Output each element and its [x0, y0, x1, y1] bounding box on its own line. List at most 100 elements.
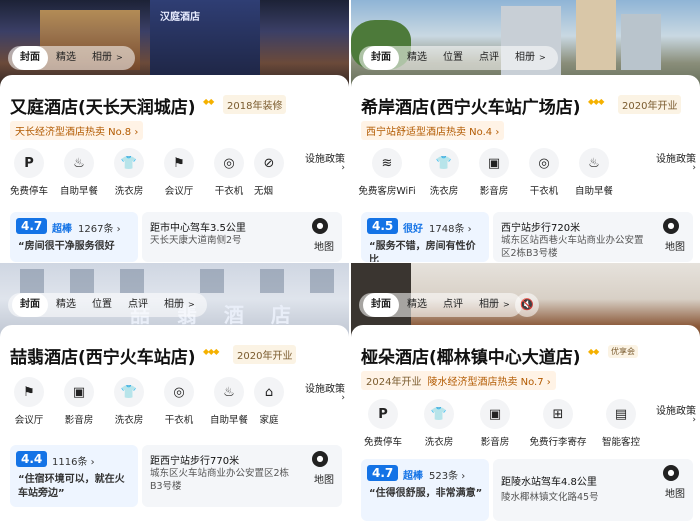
score-word: 超棒 — [403, 471, 423, 482]
hotel-card-1[interactable]: 封面 精选 位置 点评 相册 > 希岸酒店(西宁火车站广场店) ◆◆◆ 2020年… — [351, 0, 700, 262]
mute-icon[interactable]: 🔇 — [515, 293, 539, 317]
facility-list[interactable]: P 免费停车 👕 洗衣房 ▣ 影音房 ⊞ 免费行李寄存 ▤ 智能客控 — [355, 399, 649, 448]
meeting-room-icon: ⚑ — [164, 148, 194, 178]
review-count-label: 1748条 — [429, 224, 465, 235]
diamond-rating-icon: ◆◆ — [203, 97, 214, 106]
cinema-icon: ▣ — [479, 148, 509, 178]
facility-label: 自助早餐 — [59, 186, 98, 197]
distance-text: 距西宁站步行770米 — [150, 456, 240, 467]
tab-location[interactable]: 位置 — [84, 293, 120, 317]
facility-label: 洗衣房 — [114, 415, 144, 426]
hotel-name[interactable]: 又庭酒店(天长天润城店) — [10, 93, 196, 118]
tab-cover[interactable]: 封面 — [363, 46, 399, 70]
tab-album[interactable]: 相册 > — [84, 46, 131, 70]
facilities-policy-link[interactable]: 设施政策 › — [656, 153, 696, 173]
tab-featured[interactable]: 精选 — [48, 293, 84, 317]
distance-text: 西宁站步行720米 — [501, 223, 581, 234]
tab-cover[interactable]: 封面 — [12, 46, 48, 70]
facility-list[interactable]: ≋ 免费客房WiFi 👕 洗衣房 ▣ 影音房 ◎ 干衣机 ♨ 自助早餐 — [355, 148, 619, 197]
facility-item: ♨ 自助早餐 — [569, 148, 619, 197]
ranking-label: 西宁站舒适型酒店热卖 No.4 — [366, 127, 493, 138]
rating-box[interactable]: 4.7 超棒 1267条 › “房间很干净服务很好 — [10, 212, 138, 262]
review-count: 1116条 › — [52, 457, 95, 468]
location-box[interactable]: 距西宁站步行770米 城东区火车站商业办公安置区2栋B3号楼 ● 地图 — [142, 445, 342, 507]
tab-album[interactable]: 相册 > — [507, 46, 554, 70]
review-count-label: 1267条 — [78, 224, 114, 235]
facility-label: 智能客控 — [601, 437, 640, 448]
tab-label: 相册 — [515, 52, 535, 63]
review-count: 1267条 › — [78, 224, 121, 235]
tab-reviews[interactable]: 点评 — [435, 293, 471, 317]
cinema-icon: ▣ — [64, 377, 94, 407]
hotel-name[interactable]: 喆翡酒店(西宁火车站店) — [10, 343, 196, 368]
facility-label: 干衣机 — [214, 186, 244, 197]
tab-reviews[interactable]: 点评 — [471, 46, 507, 70]
dryer-icon: ◎ — [164, 377, 194, 407]
tab-featured[interactable]: 精选 — [399, 46, 435, 70]
rating-box[interactable]: 4.7 超棒 523条 › “住得很舒服，非常满意” — [361, 459, 489, 521]
ranking-badge[interactable]: 天长经济型酒店热卖 No.8 › — [10, 121, 144, 140]
location-box[interactable]: 距市中心驾车3.5公里 天长天康大道南侧2号 ● 地图 — [142, 212, 342, 262]
hotel-name[interactable]: 桠朵酒店(椰林镇中心大道店) — [361, 343, 581, 368]
location-box[interactable]: 西宁站步行720米 城东区站西巷火车站商业办公安置区2栋B3号楼 ● 地图 — [493, 212, 693, 262]
hotel-card-3[interactable]: 封面 精选 点评 相册 > 🔇 桠朵酒店(椰林镇中心大道店) ◆◆ 优享会 202… — [351, 263, 700, 525]
rating-box[interactable]: 4.5 很好 1748条 › “服务不错，房间有性价比 — [361, 212, 489, 262]
hotel-card-0[interactable]: 汉庭酒店 封面 精选 相册 > 又庭酒店(天长天润城店) ◆◆ 2018年装修 天… — [0, 0, 349, 262]
ranking-badge[interactable]: 西宁站舒适型酒店热卖 No.4 › — [361, 121, 505, 140]
tab-album[interactable]: 相册 > — [471, 293, 518, 317]
diamond-rating-icon: ◆◆ — [588, 347, 599, 356]
dryer-icon: ◎ — [214, 148, 244, 178]
ranking-badge[interactable]: 2024年开业 陵水经济型酒店热卖 No.7 › — [361, 371, 556, 390]
diamond-rating-icon: ◆◆◆ — [203, 347, 220, 356]
facility-item: ▣ 影音房 — [54, 377, 104, 426]
facility-list[interactable]: P 免费停车 ♨ 自助早餐 👕 洗衣房 ⚑ 会议厅 ◎ 干衣机 ⊘ 无烟 — [4, 148, 284, 197]
chevron-right-icon: > — [503, 300, 510, 309]
facilities-policy-label: 设施政策 — [305, 384, 345, 395]
facilities-policy-link[interactable]: 设施政策 › — [305, 383, 345, 403]
facility-label: 影音房 — [64, 415, 94, 426]
facility-label: 干衣机 — [529, 186, 559, 197]
tab-featured[interactable]: 精选 — [399, 293, 435, 317]
tab-cover[interactable]: 封面 — [363, 293, 399, 317]
facility-list[interactable]: ⚑ 会议厅 ▣ 影音房 👕 洗衣房 ◎ 干衣机 ♨ 自助早餐 ⌂ 家庭 — [4, 377, 284, 426]
facility-label: 家庭 — [259, 415, 279, 426]
facility-item: ▣ 影音房 — [467, 399, 523, 448]
hotel-grid: 汉庭酒店 封面 精选 相册 > 又庭酒店(天长天润城店) ◆◆ 2018年装修 天… — [0, 0, 700, 525]
chevron-right-icon: › — [495, 127, 500, 138]
hotel-info: 又庭酒店(天长天润城店) ◆◆ 2018年装修 天长经济型酒店热卖 No.8 ›… — [0, 75, 349, 262]
year-badge: 2020年开业 — [618, 95, 682, 114]
chevron-right-icon: › — [692, 163, 696, 173]
tab-label: 相册 — [479, 299, 499, 310]
facilities-policy-link[interactable]: 设施政策 › — [305, 153, 345, 173]
facility-label: 洗衣房 — [429, 186, 459, 197]
chevron-right-icon: › — [341, 393, 345, 403]
rating-box[interactable]: 4.4 1116条 › “住宿环境可以，就在火车站旁边” — [10, 445, 138, 507]
tab-featured[interactable]: 精选 — [48, 46, 84, 70]
smart-control-icon: ▤ — [606, 399, 636, 429]
facility-label: 自助早餐 — [209, 415, 248, 426]
review-quote: “住得很舒服，非常满意” — [369, 488, 483, 499]
score-badge: 4.4 — [16, 451, 48, 467]
facility-label: 影音房 — [479, 186, 509, 197]
tab-album[interactable]: 相册 > — [156, 293, 203, 317]
facility-item: P 免费停车 — [4, 148, 54, 197]
facilities-policy-link[interactable]: 设施政策 › — [656, 405, 696, 425]
tab-reviews[interactable]: 点评 — [120, 293, 156, 317]
tab-cover[interactable]: 封面 — [12, 293, 48, 317]
facility-item: ⚑ 会议厅 — [4, 377, 54, 426]
hotel-card-2[interactable]: 喆 翡 酒 店 封面 精选 位置 点评 相册 > 喆翡酒店(西宁火车站店) ◆◆◆… — [0, 263, 349, 525]
chevron-right-icon: > — [188, 300, 195, 309]
facility-label: 无烟 — [254, 186, 274, 197]
photo-tabs: 封面 精选 位置 点评 相册 > — [359, 46, 558, 70]
map-pin-icon: ● — [663, 218, 679, 234]
hotel-name[interactable]: 希岸酒店(西宁火车站广场店) — [361, 93, 581, 118]
location-box[interactable]: 距陵水站驾车4.8公里 陵水椰林镇文化路45号 ● 地图 — [493, 459, 693, 521]
parking-icon: P — [14, 148, 44, 178]
facility-item: ♨ 自助早餐 — [54, 148, 104, 197]
facilities-policy-label: 设施政策 — [656, 406, 696, 417]
tab-location[interactable]: 位置 — [435, 46, 471, 70]
facility-item: ◎ 干衣机 — [204, 148, 254, 197]
score-word: 很好 — [403, 224, 423, 235]
review-count-label: 1116条 — [52, 457, 88, 468]
laundry-icon: 👕 — [114, 377, 144, 407]
